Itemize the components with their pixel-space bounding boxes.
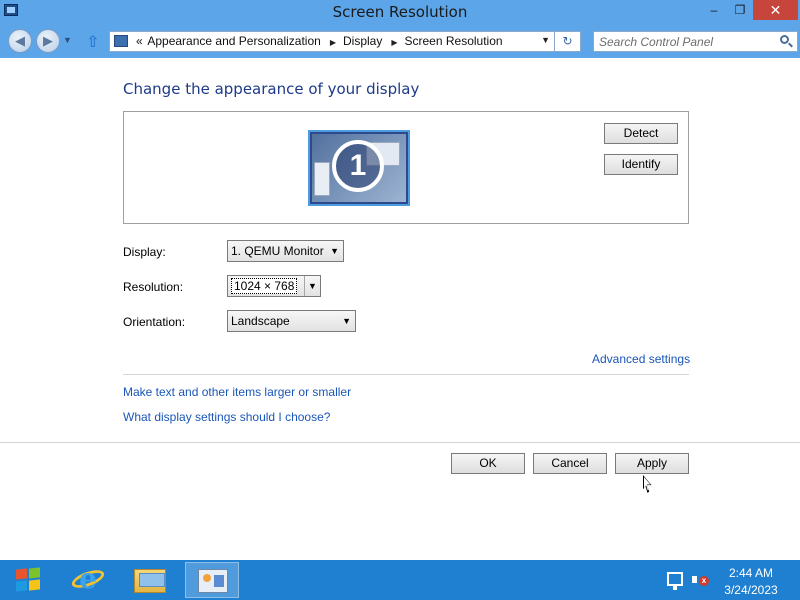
address-bar[interactable]: « Appearance and Personalization ▶ Display… — [109, 31, 555, 52]
back-arrow-icon: ◀ — [15, 33, 25, 48]
windows-logo-red — [16, 568, 27, 580]
display-dropdown[interactable]: 1. QEMU Monitor ▼ — [227, 240, 344, 262]
refresh-icon[interactable]: ↻ — [555, 31, 581, 52]
text-size-link[interactable]: Make text and other items larger or smal… — [123, 385, 351, 399]
resolution-dropdown-value: 1024 × 768 — [231, 278, 298, 294]
search-icon[interactable] — [780, 35, 789, 44]
address-dropdown-icon[interactable]: ▼ — [541, 35, 550, 45]
breadcrumb-separator-icon[interactable]: ▶ — [391, 38, 397, 47]
ok-button[interactable]: OK — [451, 453, 525, 474]
navigation-bar: ◀ ▶ ▼ ⇧ « Appearance and Personalization… — [0, 24, 800, 58]
taskbar-internet-explorer[interactable]: e — [61, 562, 115, 598]
divider — [0, 442, 800, 443]
window-title: Screen Resolution — [332, 3, 468, 21]
taskbar-file-explorer[interactable] — [123, 562, 177, 598]
chevron-down-icon: ▼ — [330, 246, 339, 256]
address-control-panel-icon — [114, 35, 128, 47]
mouse-cursor-fill — [644, 477, 651, 491]
page-title: Change the appearance of your display — [123, 80, 420, 98]
windows-logo-blue — [16, 580, 27, 592]
advanced-settings-link[interactable]: Advanced settings — [592, 352, 690, 366]
orientation-label: Orientation: — [123, 315, 186, 329]
internet-explorer-icon: e — [79, 562, 97, 595]
breadcrumb-screen-resolution[interactable]: Screen Resolution — [405, 34, 503, 48]
start-icon[interactable] — [8, 566, 46, 594]
identify-button[interactable]: Identify — [604, 154, 678, 175]
breadcrumb-appearance[interactable]: Appearance and Personalization — [147, 34, 320, 48]
apply-button[interactable]: Apply — [615, 453, 689, 474]
breadcrumb-overflow[interactable]: « — [136, 34, 143, 48]
breadcrumb-separator-icon[interactable]: ▶ — [330, 38, 336, 47]
volume-muted-icon[interactable]: x — [692, 573, 709, 587]
detect-button[interactable]: Detect — [604, 123, 678, 144]
breadcrumb-display[interactable]: Display — [343, 34, 382, 48]
back-button[interactable]: ◀ — [8, 29, 32, 53]
network-icon[interactable] — [667, 572, 683, 590]
display-settings-help-link[interactable]: What display settings should I choose? — [123, 410, 330, 424]
clock-time: 2:44 AM — [728, 566, 774, 580]
windows-logo-yellow — [29, 579, 40, 591]
forward-arrow-icon: ▶ — [43, 33, 53, 48]
breadcrumb: « Appearance and Personalization ▶ Display… — [136, 34, 505, 48]
display-dropdown-value: 1. QEMU Monitor — [231, 244, 324, 258]
display-preview-area: 1 Detect Identify — [123, 111, 689, 224]
forward-button[interactable]: ▶ — [36, 29, 60, 53]
orientation-dropdown-value: Landscape — [231, 314, 290, 328]
windows-logo-green — [29, 567, 40, 579]
monitor-window-graphic — [314, 162, 330, 196]
mute-x-graphic: x — [699, 576, 709, 586]
orientation-dropdown[interactable]: Landscape ▼ — [227, 310, 356, 332]
file-explorer-icon — [134, 569, 166, 593]
control-panel-icon — [198, 569, 228, 593]
chevron-down-icon: ▼ — [342, 316, 351, 326]
monitor-number: 1 — [332, 140, 384, 192]
system-clock[interactable]: 2:44 AM 3/24/2023 — [716, 565, 786, 599]
recent-pages-chevron-icon[interactable]: ▼ — [63, 35, 72, 45]
minimize-button[interactable]: – — [701, 0, 727, 20]
monitor-1-icon[interactable]: 1 — [308, 130, 410, 206]
chevron-down-icon: ▼ — [304, 276, 320, 296]
cancel-button[interactable]: Cancel — [533, 453, 607, 474]
search-box[interactable] — [593, 31, 798, 52]
up-arrow-icon[interactable]: ⇧ — [86, 32, 99, 52]
clock-date: 3/24/2023 — [724, 583, 778, 597]
speaker-graphic — [692, 576, 697, 583]
maximize-button[interactable]: ❐ — [727, 0, 753, 20]
search-input[interactable] — [599, 34, 769, 49]
display-label: Display: — [123, 245, 166, 259]
taskbar-control-panel[interactable] — [185, 562, 239, 598]
title-bar: Screen Resolution – ❐ ✕ — [0, 0, 800, 24]
resolution-dropdown[interactable]: 1024 × 768 ▼ — [227, 275, 321, 297]
resolution-label: Resolution: — [123, 280, 184, 294]
divider — [123, 374, 689, 375]
close-button[interactable]: ✕ — [753, 0, 798, 20]
